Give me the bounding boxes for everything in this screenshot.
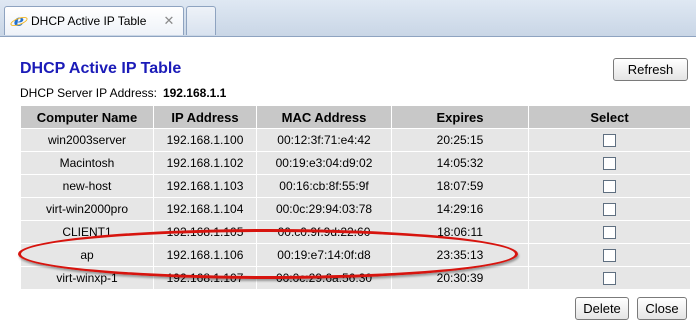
mac-address-cell: 00:12:3f:71:e4:42 [256, 128, 392, 152]
browser-tab-strip: e DHCP Active IP Table ✕ [0, 0, 696, 37]
select-cell [528, 243, 691, 267]
table-row: ap 192.168.1.106 00:19:e7:14:0f:d8 23:35:13 [20, 243, 691, 267]
ip-address-cell: 192.168.1.107 [153, 266, 257, 290]
computer-name-cell: virt-win2000pro [20, 197, 154, 221]
expires-cell: 20:30:39 [391, 266, 529, 290]
table-header-row: Computer Name IP Address MAC Address Expire… [20, 105, 691, 129]
ip-address-cell: 192.168.1.104 [153, 197, 257, 221]
ip-address-cell: 192.168.1.103 [153, 174, 257, 198]
computer-name-cell: ap [20, 243, 154, 267]
delete-button[interactable]: Delete [575, 297, 629, 320]
browser-tab[interactable]: e DHCP Active IP Table ✕ [4, 6, 184, 35]
refresh-button[interactable]: Refresh [613, 58, 688, 81]
select-checkbox[interactable] [603, 134, 616, 148]
select-cell [528, 266, 691, 290]
expires-cell: 18:07:59 [391, 174, 529, 198]
header-expires: Expires [391, 105, 529, 129]
expires-cell: 23:35:13 [391, 243, 529, 267]
server-ip-label: DHCP Server IP Address: [20, 86, 157, 100]
computer-name-cell: new-host [20, 174, 154, 198]
mac-address-cell: 00:0c:29:94:03:78 [256, 197, 392, 221]
computer-name-cell: virt-winxp-1 [20, 266, 154, 290]
computer-name-cell: CLIENT1 [20, 220, 154, 244]
header-select: Select [528, 105, 691, 129]
close-button[interactable]: Close [637, 297, 687, 320]
computer-name-cell: win2003server [20, 128, 154, 152]
server-ip-value: 192.168.1.1 [162, 86, 227, 100]
expires-cell: 20:25:15 [391, 128, 529, 152]
select-checkbox[interactable] [603, 272, 616, 286]
select-cell [528, 197, 691, 221]
ip-address-cell: 192.168.1.102 [153, 151, 257, 175]
mac-address-cell: 00:0c:29:6a:56:30 [256, 266, 392, 290]
ip-address-cell: 192.168.1.100 [153, 128, 257, 152]
select-cell [528, 174, 691, 198]
expires-cell: 14:29:16 [391, 197, 529, 221]
mac-address-cell: 00:c0:9f:9d:22:60 [256, 220, 392, 244]
select-cell [528, 128, 691, 152]
ie-browser-icon: e [9, 13, 29, 29]
select-checkbox[interactable] [603, 180, 616, 194]
table-row: win2003server 192.168.1.100 00:12:3f:71:e4… [20, 128, 691, 152]
page-title: DHCP Active IP Table [20, 60, 182, 77]
computer-name-cell: Macintosh [20, 151, 154, 175]
select-checkbox[interactable] [603, 157, 616, 171]
mac-address-cell: 00:19:e7:14:0f:d8 [256, 243, 392, 267]
table-row: CLIENT1 192.168.1.105 00:c0:9f:9d:22:60 18:… [20, 220, 691, 244]
expires-cell: 18:06:11 [391, 220, 529, 244]
tab-title: DHCP Active IP Table [31, 14, 147, 28]
select-cell [528, 220, 691, 244]
header-mac-address: MAC Address [256, 105, 392, 129]
expires-cell: 14:05:32 [391, 151, 529, 175]
select-checkbox[interactable] [603, 249, 616, 263]
close-tab-icon[interactable]: ✕ [161, 13, 177, 29]
table-row: virt-winxp-1 192.168.1.107 00:0c:29:6a:56:… [20, 266, 691, 290]
table-row: Macintosh 192.168.1.102 00:19:e3:04:d9:02 1… [20, 151, 691, 175]
ip-address-cell: 192.168.1.106 [153, 243, 257, 267]
dhcp-table: Computer Name IP Address MAC Address Expire… [20, 105, 691, 290]
select-cell [528, 151, 691, 175]
table-row: new-host 192.168.1.103 00:16:cb:8f:55:9f 18… [20, 174, 691, 198]
mac-address-cell: 00:16:cb:8f:55:9f [256, 174, 392, 198]
select-checkbox[interactable] [603, 226, 616, 240]
header-computer-name: Computer Name [20, 105, 154, 129]
mac-address-cell: 00:19:e3:04:d9:02 [256, 151, 392, 175]
header-ip-address: IP Address [153, 105, 257, 129]
table-body: win2003server 192.168.1.100 00:12:3f:71:e4… [20, 128, 691, 290]
ip-address-cell: 192.168.1.105 [153, 220, 257, 244]
table-row: virt-win2000pro 192.168.1.104 00:0c:29:94:… [20, 197, 691, 221]
server-ip-line: DHCP Server IP Address: 192.168.1.1 [20, 86, 226, 100]
select-checkbox[interactable] [603, 203, 616, 217]
new-tab-button[interactable] [186, 6, 216, 35]
